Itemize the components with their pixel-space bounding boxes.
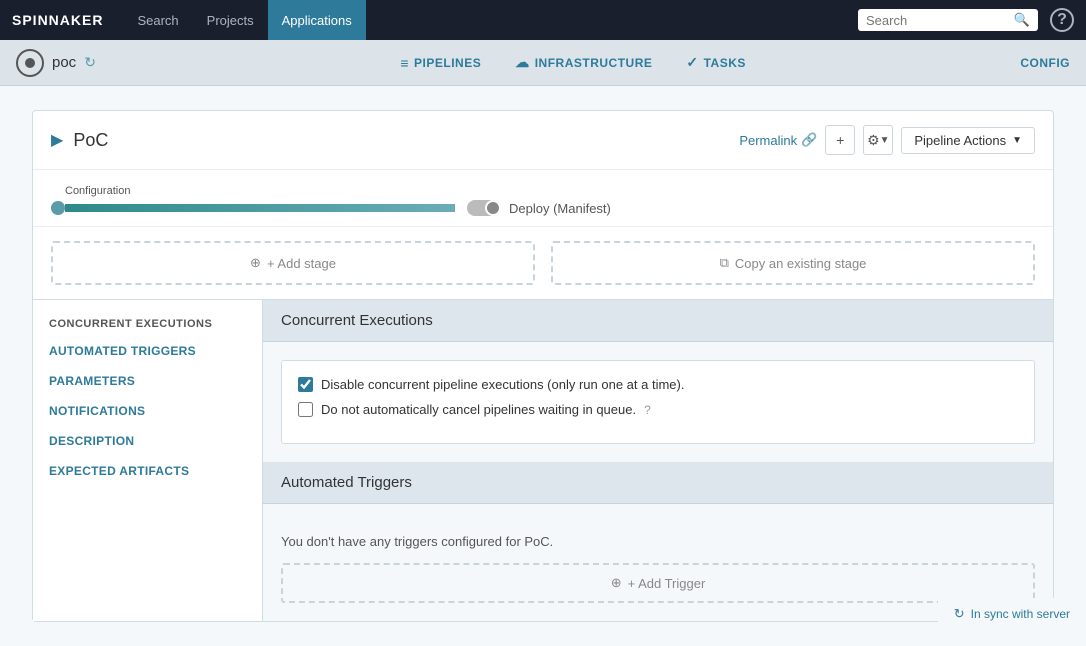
add-stage-row: ⊕ + Add stage ⧉ Copy an existing stage	[33, 227, 1053, 299]
sidebar-item-description[interactable]: DESCRIPTION	[33, 426, 262, 456]
add-trigger-button[interactable]: ⊕ + Add Trigger	[281, 563, 1035, 603]
copy-stage-button[interactable]: ⧉ Copy an existing stage	[551, 241, 1035, 285]
deploy-stage: Deploy (Manifest)	[467, 184, 611, 216]
search-icon: 🔍	[1014, 12, 1030, 28]
do-not-cancel-checkbox[interactable]	[298, 402, 313, 417]
plus-icon: +	[836, 132, 844, 148]
bottom-section: CONCURRENT EXECUTIONS AUTOMATED TRIGGERS…	[33, 299, 1053, 621]
concurrent-executions-body: Disable concurrent pipeline executions (…	[263, 342, 1053, 462]
permalink-button[interactable]: Permalink 🔗	[739, 132, 817, 148]
disable-concurrent-checkbox[interactable]	[298, 377, 313, 392]
plus-circle-icon-trigger: ⊕	[611, 575, 622, 591]
deploy-stage-label[interactable]: Deploy (Manifest)	[509, 201, 611, 216]
app-icon	[16, 49, 44, 77]
sidebar-section-concurrent[interactable]: CONCURRENT EXECUTIONS	[33, 308, 262, 336]
pipelines-icon: ≡	[400, 55, 409, 71]
copy-icon: ⧉	[720, 255, 729, 271]
settings-button[interactable]: ⚙ ▼	[863, 125, 893, 155]
add-stage-button[interactable]: ⊕ + Add stage	[51, 241, 535, 285]
do-not-cancel-row: Do not automatically cancel pipelines wa…	[298, 402, 1018, 417]
chevron-down-icon: ▼	[880, 135, 890, 146]
tasks-icon: ✓	[686, 54, 698, 71]
pipeline-stages-row: Configuration Deploy (Manifest)	[33, 170, 1053, 227]
do-not-cancel-label: Do not automatically cancel pipelines wa…	[321, 402, 636, 417]
search-input[interactable]	[866, 13, 1014, 28]
sync-icon: ↻	[954, 606, 965, 622]
app-nav-pipelines[interactable]: ≡ PIPELINES	[386, 49, 495, 77]
sidebar-item-parameters[interactable]: PARAMETERS	[33, 366, 262, 396]
pipeline-name: PoC	[73, 130, 739, 151]
app-nav-links: ≡ PIPELINES ☁ INFRASTRUCTURE ✓ TASKS	[126, 48, 1020, 77]
automated-triggers-body: You don't have any triggers configured f…	[263, 504, 1053, 621]
sidebar: CONCURRENT EXECUTIONS AUTOMATED TRIGGERS…	[33, 299, 263, 621]
help-button[interactable]: ?	[1050, 8, 1074, 32]
config-link[interactable]: CONFIG	[1020, 56, 1070, 70]
app-navigation: poc ↻ ≡ PIPELINES ☁ INFRASTRUCTURE ✓ TAS…	[0, 40, 1086, 86]
automated-triggers-section: Automated Triggers You don't have any tr…	[263, 462, 1053, 621]
sidebar-item-notifications[interactable]: NOTIFICATIONS	[33, 396, 262, 426]
config-stage-dot[interactable]	[51, 201, 65, 215]
main-content: ▶ PoC Permalink 🔗 + ⚙ ▼ Pipeline Actions…	[0, 86, 1086, 646]
sidebar-item-automated-triggers[interactable]: AUTOMATED TRIGGERS	[33, 336, 262, 366]
top-nav-links: Search Projects Applications	[123, 0, 858, 40]
pipeline-header: ▶ PoC Permalink 🔗 + ⚙ ▼ Pipeline Actions…	[33, 111, 1053, 170]
infrastructure-icon: ☁	[515, 54, 530, 71]
app-name: poc	[52, 54, 76, 71]
app-title-group: poc ↻	[16, 49, 96, 77]
content-panel: Concurrent Executions Disable concurrent…	[263, 299, 1053, 621]
nav-link-applications[interactable]: Applications	[268, 0, 366, 40]
permalink-icon: 🔗	[801, 132, 817, 148]
pipeline-expand-button[interactable]: ▶	[51, 130, 63, 150]
pipeline-actions-group: Permalink 🔗 + ⚙ ▼ Pipeline Actions ▼	[739, 125, 1035, 155]
no-triggers-text: You don't have any triggers configured f…	[281, 522, 1035, 563]
app-nav-tasks[interactable]: ✓ TASKS	[672, 48, 760, 77]
nav-link-projects[interactable]: Projects	[193, 0, 268, 40]
brand-logo: SPINNAKER	[12, 12, 103, 28]
pipeline-actions-button[interactable]: Pipeline Actions ▼	[901, 127, 1035, 154]
sync-label: In sync with server	[971, 607, 1070, 621]
disable-concurrent-label: Disable concurrent pipeline executions (…	[321, 377, 684, 392]
add-pipeline-button[interactable]: +	[825, 125, 855, 155]
concurrent-executions-section: Concurrent Executions Disable concurrent…	[263, 300, 1053, 462]
concurrent-executions-header: Concurrent Executions	[263, 300, 1053, 342]
search-box: 🔍	[858, 9, 1038, 31]
plus-circle-icon: ⊕	[250, 255, 261, 271]
app-nav-infrastructure[interactable]: ☁ INFRASTRUCTURE	[501, 48, 666, 77]
top-navigation: SPINNAKER Search Projects Applications 🔍…	[0, 0, 1086, 40]
refresh-icon[interactable]: ↻	[84, 54, 96, 71]
automated-triggers-header: Automated Triggers	[263, 462, 1053, 504]
deploy-stage-toggle[interactable]	[467, 200, 501, 216]
help-icon[interactable]: ?	[644, 403, 651, 417]
sidebar-item-expected-artifacts[interactable]: EXPECTED ARTIFACTS	[33, 456, 262, 486]
footer-status: ↻ In sync with server	[938, 598, 1086, 630]
dropdown-icon: ▼	[1012, 135, 1022, 146]
config-stage-bar[interactable]	[65, 204, 455, 212]
pipeline-card: ▶ PoC Permalink 🔗 + ⚙ ▼ Pipeline Actions…	[32, 110, 1054, 622]
gear-icon: ⚙	[867, 132, 880, 149]
config-stage: Configuration	[51, 185, 455, 215]
disable-concurrent-row: Disable concurrent pipeline executions (…	[298, 377, 1018, 392]
nav-link-search[interactable]: Search	[123, 0, 192, 40]
